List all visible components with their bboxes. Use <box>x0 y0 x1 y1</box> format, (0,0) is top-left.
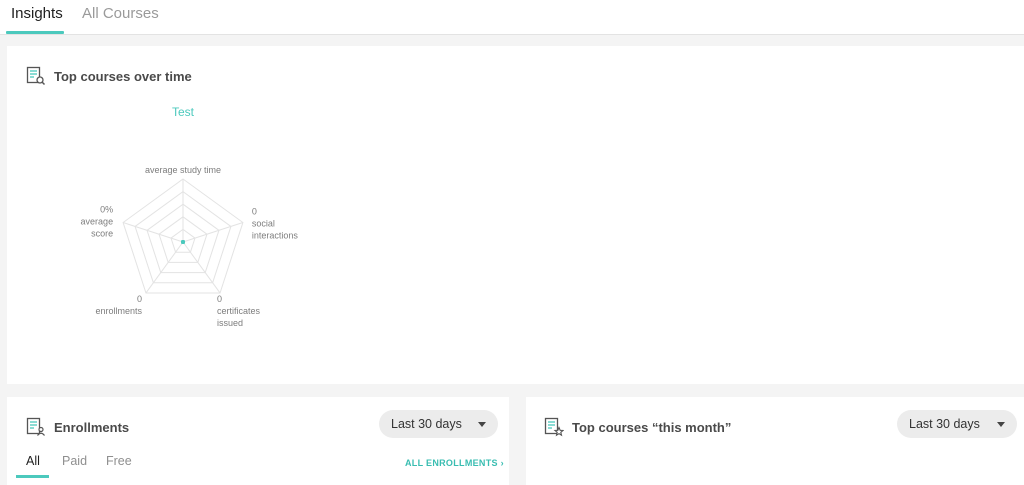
card-header: Top courses over time <box>26 66 192 86</box>
tab-all-courses-label: All Courses <box>82 5 159 22</box>
subtab-active-indicator <box>16 475 49 478</box>
subtab-free[interactable]: Free <box>106 454 132 468</box>
radar-chart: Test average study time 0 social interaction… <box>60 96 320 336</box>
tab-insights[interactable]: Insights <box>6 0 64 34</box>
card-header: Enrollments <box>26 417 129 437</box>
document-search-icon <box>26 66 46 86</box>
radar-axis-label: 0% average score <box>81 205 114 239</box>
tab-active-indicator <box>6 31 64 34</box>
tab-insights-label: Insights <box>11 5 63 22</box>
card-title: Enrollments <box>54 419 130 435</box>
subtab-paid[interactable]: Paid <box>62 454 87 468</box>
card-title: Top courses “this month” <box>572 419 732 435</box>
top-courses-period-dropdown[interactable]: Last 30 days <box>897 410 1017 438</box>
dropdown-value: Last 30 days <box>391 417 462 431</box>
card-title: Top courses over time <box>54 68 192 84</box>
radar-axis-label: average study time <box>145 165 221 175</box>
chart-legend: Test <box>172 105 195 119</box>
card-header: Top courses “this month” <box>544 417 731 437</box>
radar-data-point <box>181 240 185 244</box>
document-star-icon <box>544 417 565 437</box>
dropdown-value: Last 30 days <box>909 417 980 431</box>
radar-chart-svg: Test average study time 0 social interaction… <box>81 105 299 328</box>
radar-axis-label: 0 certificates issued <box>217 294 261 328</box>
chevron-down-icon <box>997 421 1005 427</box>
chevron-down-icon <box>478 421 486 427</box>
tab-all-courses[interactable]: All Courses <box>82 0 159 34</box>
all-enrollments-link[interactable]: ALL ENROLLMENTS › <box>405 458 504 468</box>
radar-axis-label: 0 social interactions <box>252 207 299 241</box>
enrollments-period-dropdown[interactable]: Last 30 days <box>379 410 498 438</box>
top-tabbar: Insights All Courses <box>0 0 1024 35</box>
document-user-icon <box>26 417 46 437</box>
subtab-all[interactable]: All <box>26 454 40 468</box>
radar-axis-label: 0 enrollments <box>95 294 142 316</box>
